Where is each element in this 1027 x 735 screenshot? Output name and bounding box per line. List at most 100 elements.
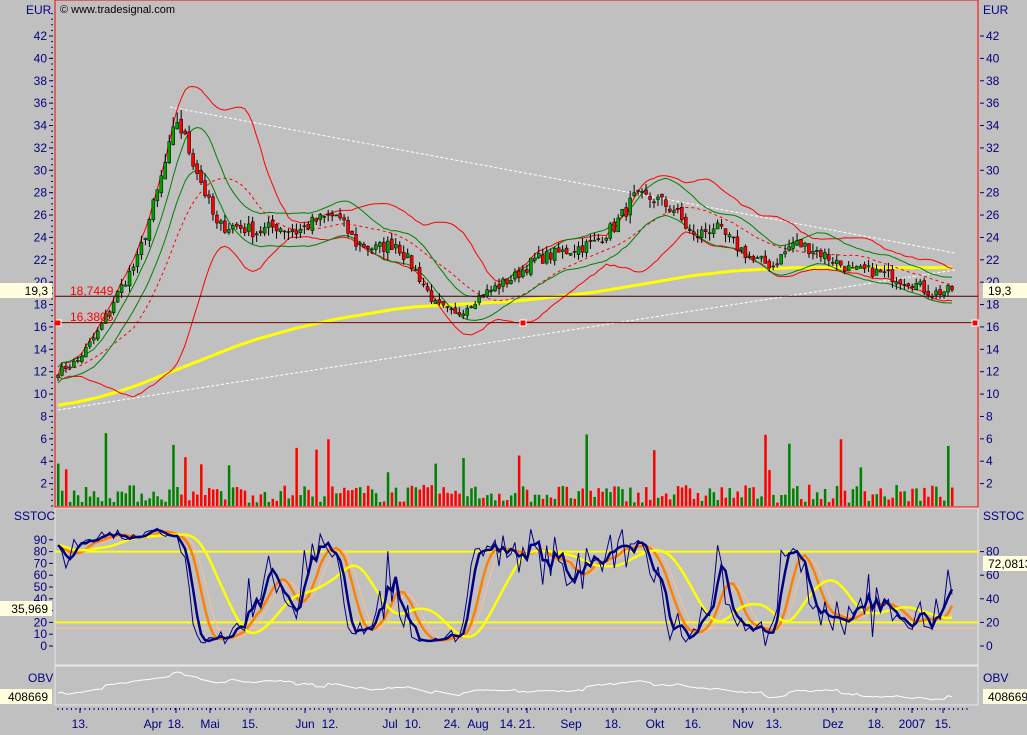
stock-chart: © www.tradesignal.com EUR EUR SSTOC SSTO… (0, 0, 1027, 731)
volume-bar (883, 496, 886, 506)
candle (262, 227, 267, 234)
volume-bar (355, 487, 358, 506)
candle (354, 234, 358, 247)
candle (707, 232, 712, 234)
volume-bar (649, 499, 652, 506)
obv-value-right: 408669 (988, 690, 1027, 704)
x-tick-label: 13. (72, 717, 89, 731)
candle (548, 252, 553, 260)
x-tick-label: 14. (500, 717, 517, 731)
volume-bar (585, 434, 588, 506)
candle (342, 217, 346, 221)
volume-bar (601, 491, 604, 506)
candle (453, 307, 458, 314)
sstoc-label-right: SSTOC (983, 509, 1024, 523)
volume-bar (847, 502, 851, 506)
volume-bar (422, 484, 426, 506)
sstoc-tick-label-right: 0 (986, 639, 993, 653)
sstoc-label-left: SSTOC (14, 509, 55, 523)
price-tick-label-left: 22 (34, 253, 48, 267)
volume-bar (772, 494, 775, 506)
volume-bar (104, 433, 108, 506)
candle (715, 222, 720, 230)
volume-bar (478, 498, 481, 506)
candle (878, 269, 883, 273)
volume-bar (211, 489, 215, 506)
candle (219, 220, 223, 224)
candle (80, 355, 84, 362)
candle (191, 153, 195, 167)
volume-bar (704, 495, 708, 506)
trendline-lower (57, 269, 956, 411)
currency-right: EUR (983, 3, 1009, 17)
x-tick-label: 12. (322, 717, 339, 731)
candle (672, 210, 676, 213)
volume-bar (494, 500, 497, 506)
candle (691, 231, 696, 235)
volume-bar (545, 494, 549, 506)
candle (902, 284, 907, 286)
volume-bar (525, 489, 529, 506)
candle (894, 281, 899, 285)
volume-bar (450, 493, 453, 506)
price-tick-label-left: 42 (34, 29, 48, 43)
volume-bar (700, 500, 704, 506)
volume-bar (645, 487, 648, 506)
volume-bar (84, 487, 88, 506)
candle (600, 241, 605, 244)
volume-bar (57, 463, 60, 506)
volume-bar (402, 501, 406, 506)
price-tick-label-right: 6 (986, 432, 993, 446)
candle (509, 280, 513, 284)
obv-value-left: 408669 (8, 690, 48, 704)
volume-bar (80, 501, 84, 506)
candle (779, 254, 783, 265)
candle (783, 251, 787, 255)
candle (564, 247, 569, 255)
price-tick-label-right: 18 (986, 298, 1000, 312)
candle (914, 283, 918, 290)
volume-bar (374, 493, 378, 506)
volume-bar (680, 487, 684, 506)
candle (163, 161, 168, 180)
candle (155, 189, 160, 202)
volume-bar (140, 493, 143, 506)
candle (938, 289, 942, 296)
volume-bar (331, 486, 334, 506)
candle (592, 239, 597, 242)
x-tick-label: 2007 (899, 717, 926, 731)
volume-bar (875, 494, 879, 506)
volume-bar (911, 488, 914, 506)
volume-bar (486, 495, 489, 506)
volume-bar (128, 485, 132, 506)
candle (763, 255, 768, 264)
candle (119, 284, 124, 293)
candle (465, 307, 470, 316)
volume-bar (466, 496, 469, 506)
candle (56, 374, 60, 378)
volume-bar (811, 499, 815, 506)
candle (497, 284, 501, 289)
candle (290, 229, 295, 233)
candle (846, 265, 851, 272)
candle (695, 236, 700, 239)
volume-bar (907, 501, 910, 506)
level-handle (971, 319, 979, 327)
candle (584, 241, 589, 253)
candle (374, 244, 378, 250)
volume-bar (283, 485, 286, 506)
volume-bar (239, 489, 243, 506)
candle (270, 219, 275, 228)
x-tick-label: Jun (295, 717, 314, 731)
volume-bar (577, 491, 581, 506)
price-tick-label-left: 32 (34, 141, 48, 155)
sstoc-tick-label-right: 40 (986, 592, 1000, 606)
volume-bar (565, 486, 569, 506)
candle (64, 365, 68, 369)
candle (739, 247, 744, 251)
price-tick-label-right: 14 (986, 342, 1000, 356)
volume-bar (712, 492, 716, 506)
volume-bar (192, 491, 195, 506)
candle (950, 286, 954, 291)
candle (195, 163, 199, 174)
